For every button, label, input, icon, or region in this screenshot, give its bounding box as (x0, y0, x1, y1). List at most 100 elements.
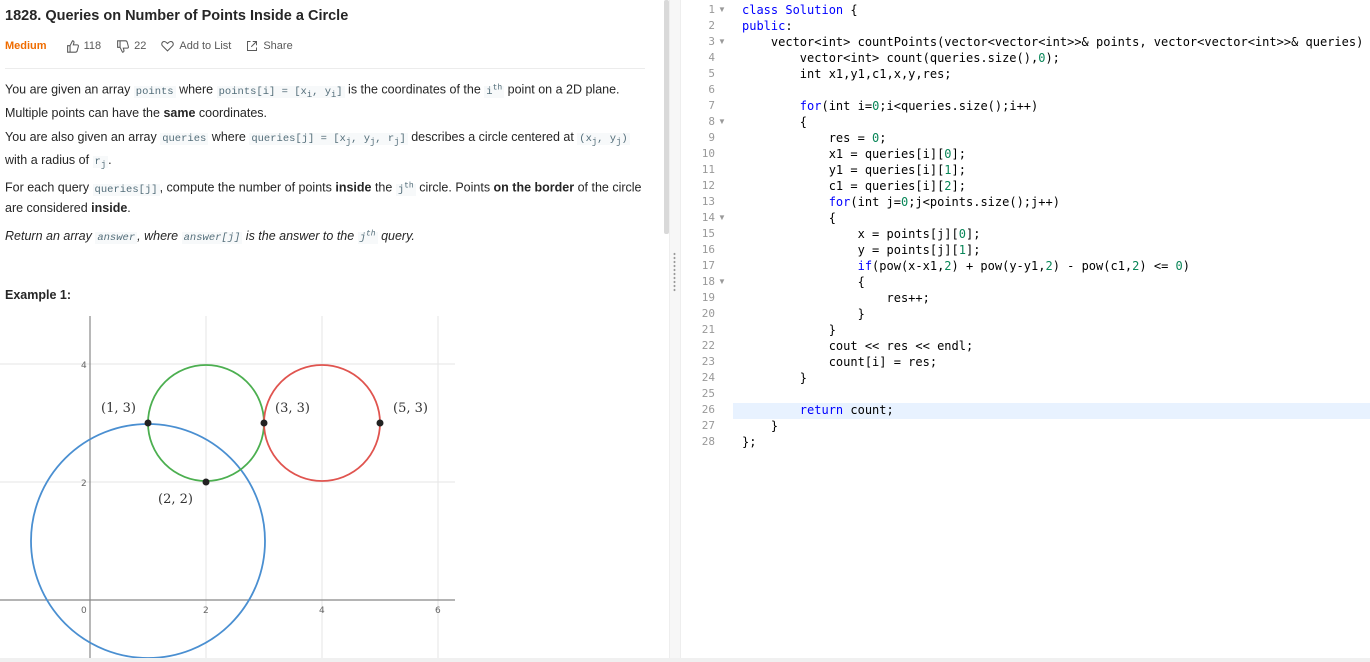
example-graph: (1, 3) (3, 3) (5, 3) (2, 2) 0 2 4 6 2 4 (0, 316, 455, 660)
difficulty-label: Medium (5, 40, 47, 52)
panel-resize-handle[interactable] (669, 0, 681, 662)
line-number: 15 (701, 227, 715, 240)
code-line[interactable]: return count; (742, 402, 894, 418)
line-number: 10 (701, 147, 715, 160)
line-number: 11 (701, 163, 715, 176)
line-number: 12 (701, 179, 715, 192)
line-number: 7 (708, 99, 715, 112)
code-line[interactable]: class Solution { (742, 2, 858, 18)
code-line[interactable]: } (742, 418, 778, 434)
graph-label: (2, 2) (158, 492, 193, 507)
code-line[interactable]: { (742, 210, 836, 226)
point-5-3 (376, 419, 384, 427)
divider-line (5, 68, 645, 69)
line-number: 23 (701, 355, 715, 368)
dislike-button[interactable]: 22 (116, 39, 147, 53)
tick-label: 2 (81, 479, 87, 489)
add-to-list-button[interactable]: Add to List (161, 40, 231, 52)
line-number: 17 (701, 259, 715, 272)
code-line[interactable]: } (742, 322, 836, 338)
code-line[interactable]: } (742, 370, 807, 386)
fold-arrow-icon[interactable]: ▼ (718, 210, 726, 226)
line-number: 22 (701, 339, 715, 352)
line-number: 28 (701, 435, 715, 448)
line-number: 5 (708, 67, 715, 80)
share-icon (247, 41, 258, 51)
code-line[interactable]: if(pow(x-x1,2) + pow(y-y1,2) - pow(c1,2)… (742, 258, 1190, 274)
line-number: 27 (701, 419, 715, 432)
line-number: 1 (708, 3, 715, 16)
code-line[interactable]: cout << res << endl; (742, 338, 974, 354)
line-number: 14 (701, 211, 715, 224)
description-paragraph-4: Return an array answer, where answer[j] … (5, 228, 415, 244)
line-number: 6 (708, 83, 715, 96)
code-line[interactable]: for(int j=0;j<points.size();j++) (742, 194, 1060, 210)
tick-label: 6 (435, 606, 441, 616)
line-number: 2 (708, 19, 715, 32)
code-line[interactable]: res = 0; (742, 130, 887, 146)
add-to-list-label: Add to List (179, 40, 232, 52)
code-line[interactable]: x1 = queries[i][0]; (742, 146, 966, 162)
heart-icon (161, 41, 175, 52)
code-line[interactable]: x = points[j][0]; (742, 226, 981, 242)
tick-label: 2 (203, 606, 209, 616)
fold-arrow-icon[interactable]: ▼ (718, 2, 726, 18)
share-label: Share (263, 40, 293, 52)
code-line[interactable]: int x1,y1,c1,x,y,res; (742, 66, 952, 82)
line-number: 8 (708, 115, 715, 128)
point-3-3 (260, 419, 268, 427)
line-number: 25 (701, 387, 715, 400)
code-line[interactable]: count[i] = res; (742, 354, 937, 370)
thumbs-up-icon (66, 39, 79, 53)
fold-arrow-icon[interactable]: ▼ (718, 114, 726, 130)
line-number: 26 (701, 403, 715, 416)
code-line[interactable]: y = points[j][1]; (742, 242, 981, 258)
code-line[interactable]: public: (742, 18, 793, 34)
description-paragraph-2: You are also given an array queries wher… (5, 130, 630, 171)
problem-title: 1828. Queries on Number of Points Inside… (5, 8, 349, 24)
bottom-bar (0, 658, 1370, 662)
problem-meta-bar: Medium 118 22 Add to List Share (5, 38, 308, 54)
description-paragraph-3: For each query queries[j], compute the n… (5, 180, 642, 215)
line-number: 20 (701, 307, 715, 320)
thumbs-down-icon (117, 39, 130, 53)
graph-label: (5, 3) (393, 401, 428, 416)
line-number: 4 (708, 51, 715, 64)
dislike-count: 22 (134, 40, 147, 52)
line-number: 18 (701, 275, 715, 288)
line-number: 21 (701, 323, 715, 336)
line-number: 9 (708, 131, 715, 144)
tick-label: 4 (319, 606, 325, 616)
share-button[interactable]: Share (246, 40, 293, 52)
description-paragraph-1: You are given an array points where poin… (5, 82, 620, 120)
code-line[interactable]: } (742, 306, 865, 322)
like-count: 118 (83, 40, 102, 52)
example-heading: Example 1: (5, 288, 72, 302)
line-number: 13 (701, 195, 715, 208)
code-line[interactable]: for(int i=0;i<queries.size();i++) (742, 98, 1038, 114)
graph-label: (1, 3) (101, 401, 136, 416)
line-number: 16 (701, 243, 715, 256)
code-line[interactable]: res++; (742, 290, 929, 306)
code-line[interactable]: y1 = queries[i][1]; (742, 162, 966, 178)
problem-description-panel: 1828. Queries on Number of Points Inside… (0, 0, 668, 662)
blue-circle (30, 423, 266, 659)
fold-arrow-icon[interactable]: ▼ (718, 274, 726, 290)
like-button[interactable]: 118 (66, 39, 102, 53)
code-line[interactable]: vector<int> countPoints(vector<vector<in… (742, 34, 1370, 50)
code-line[interactable]: { (742, 114, 807, 130)
tick-label: 0 (81, 606, 87, 616)
fold-arrow-icon[interactable]: ▼ (718, 34, 726, 50)
drag-handle-icon[interactable] (673, 252, 676, 292)
code-line[interactable]: { (742, 274, 865, 290)
point-2-2 (202, 478, 210, 486)
code-line[interactable]: }; (742, 434, 756, 450)
code-line[interactable]: c1 = queries[i][2]; (742, 178, 966, 194)
graph-label: (3, 3) (275, 401, 310, 416)
line-number: 19 (701, 291, 715, 304)
line-number: 3 (708, 35, 715, 48)
code-line[interactable]: vector<int> count(queries.size(),0); (742, 50, 1060, 66)
point-1-3 (144, 419, 152, 427)
tick-label: 4 (81, 361, 87, 371)
line-number: 24 (701, 371, 715, 384)
